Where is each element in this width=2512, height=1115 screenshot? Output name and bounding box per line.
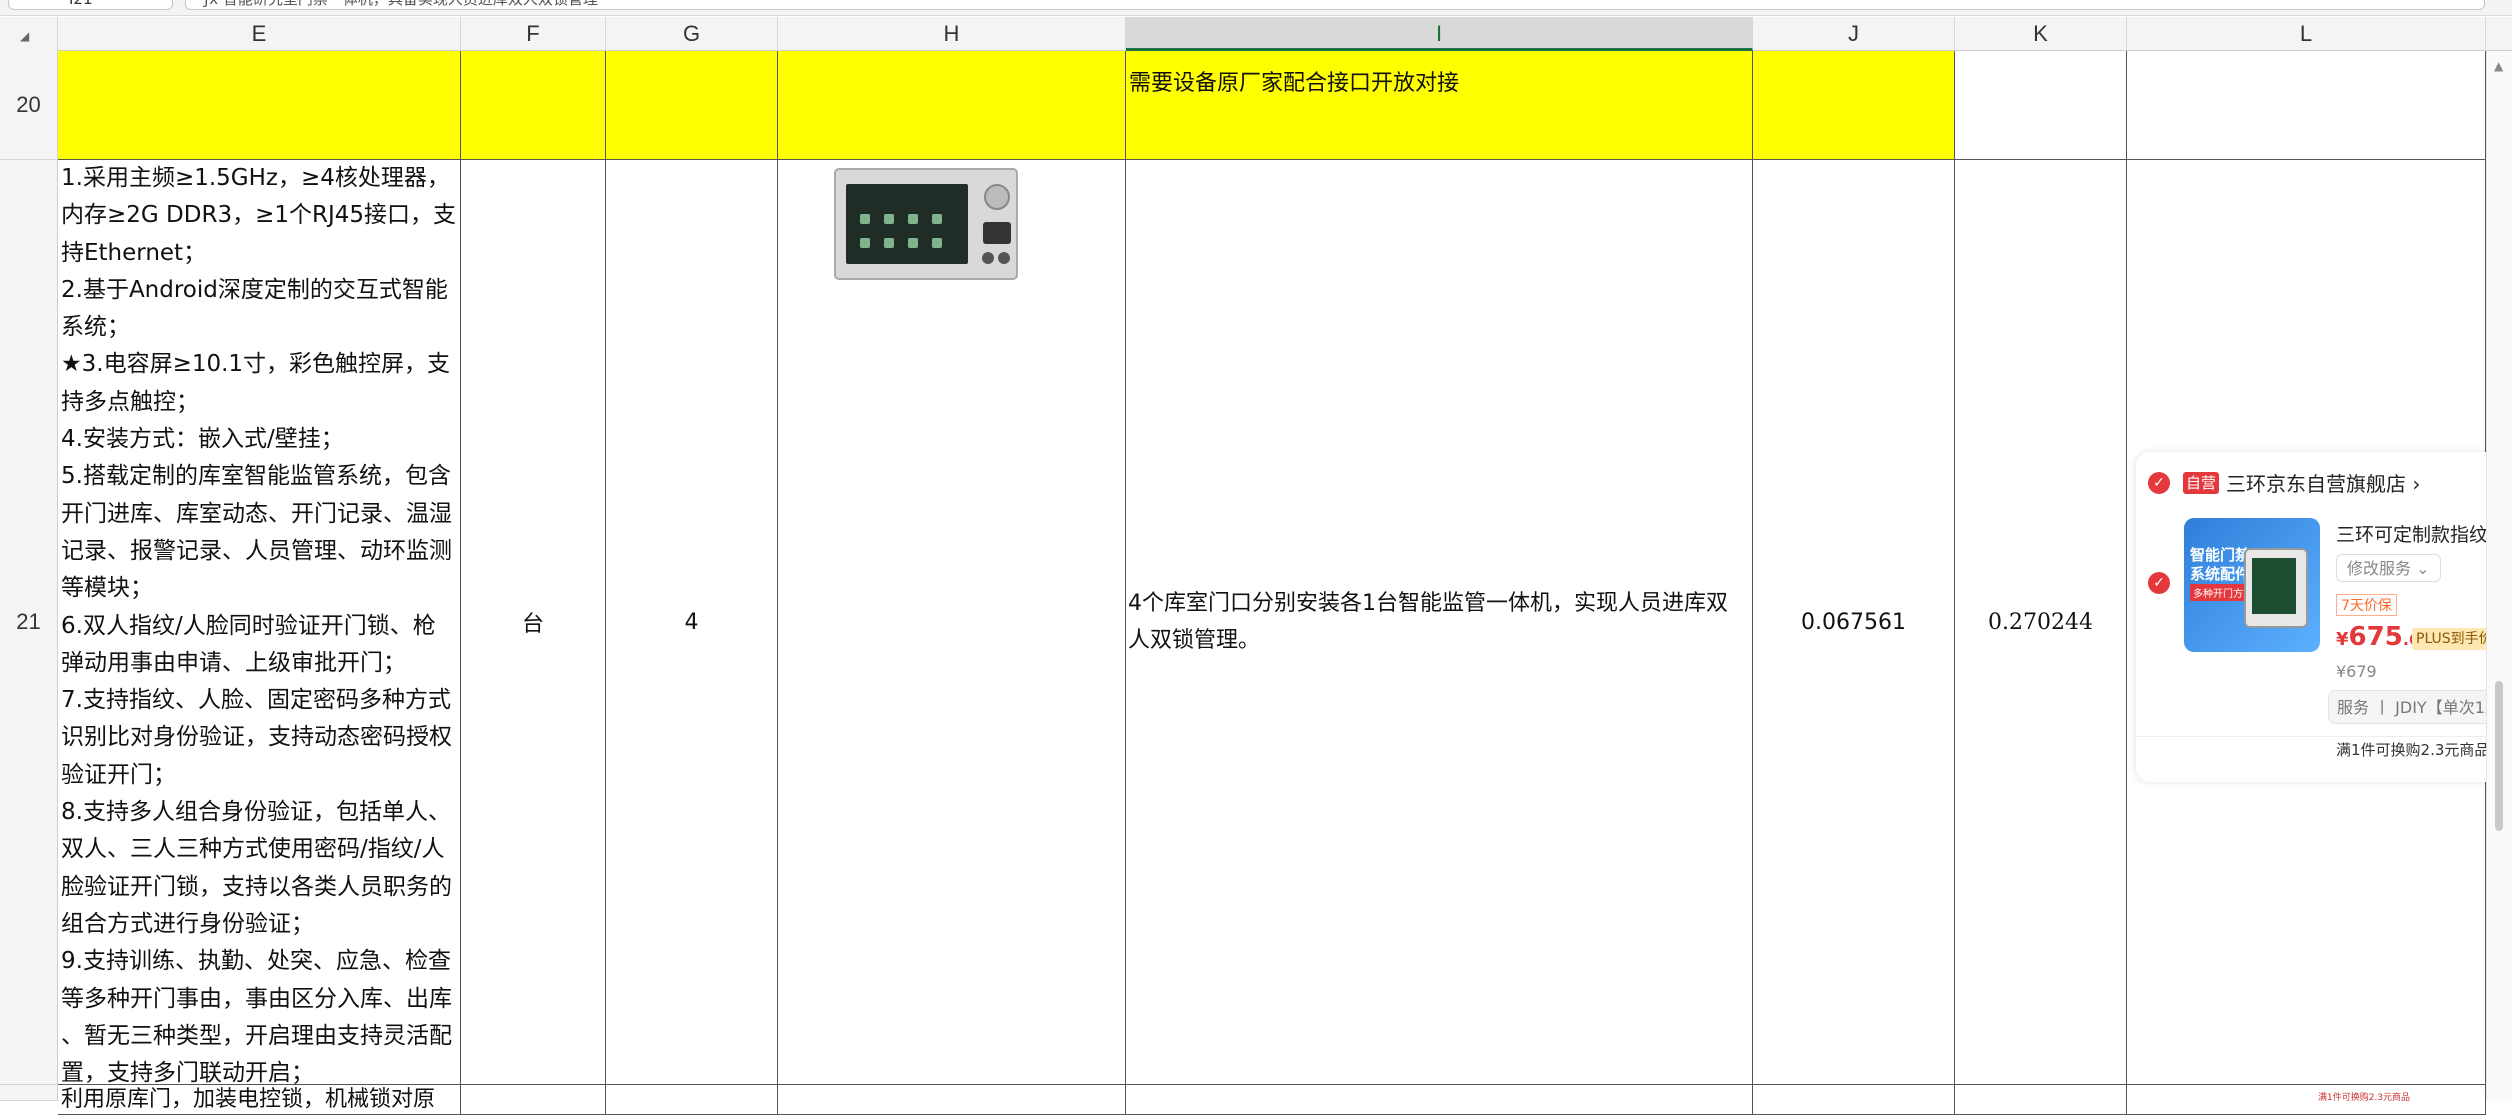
spec-line: ★3.电容屏≥10.1寸，彩色触控屏，支 [61,351,451,378]
cell-h21[interactable] [778,160,1126,1085]
spec-line: 组合方式进行身份验证； [61,910,314,937]
cell-g21[interactable]: 4 [606,160,778,1085]
vertical-scrollbar[interactable]: ▲ [2486,51,2512,1101]
spec-line: 等模块； [61,575,153,602]
price-protect-tag: 7天价保 [2336,594,2397,616]
fingerprint-sensor-icon [983,222,1011,244]
select-all-corner[interactable]: ◢ [0,17,58,51]
cell-l20[interactable] [2127,51,2486,160]
device-screen [846,184,968,264]
spec-line: 4.安装方式：嵌入式/壁挂； [61,426,344,453]
column-header-e[interactable]: E [58,17,461,51]
spec-line: 1.采用主频≥1.5GHz，≥4核处理器， [61,165,450,191]
price-symbol: ¥ [2336,629,2349,650]
original-price: ¥679 [2336,662,2377,681]
spec-line: 开门进库、库室动态、开门记录、温湿 [61,500,452,527]
cell-j21[interactable]: 0.067561 [1753,160,1955,1085]
product-title[interactable]: 三环可定制款指纹人 [2336,520,2507,547]
cell-g22[interactable] [606,1085,778,1115]
formula-input[interactable]: ƒx 智能研究室门禁一体机，具备实现人员进库双人双锁管理 [185,0,2485,10]
scroll-up-icon[interactable]: ▲ [2494,59,2503,73]
column-header-j[interactable]: J [1753,17,1955,51]
column-header-g[interactable]: G [606,17,778,51]
speaker-icon [984,184,1010,210]
cell-f22[interactable] [461,1085,606,1115]
spec-line: 8.支持多人组合身份验证，包括单人、 [61,799,451,826]
cell-i20[interactable]: 需要设备原厂家配合接口开放对接 [1126,51,1753,160]
device-button-icon [982,252,994,264]
spec-line: 、暂无三种类型，开启理由支持灵活配 [61,1022,452,1049]
scrollbar-thumb[interactable] [2495,681,2503,831]
cell-k20[interactable] [1955,51,2127,160]
spec-line: 持多点触控； [61,388,199,415]
column-header-k[interactable]: K [1955,17,2127,51]
spec-line: 弹动用事由申请、上级审批开门； [61,649,406,676]
card-divider [2136,736,2512,737]
column-header-f[interactable]: F [461,17,606,51]
formula-bar: I21 ƒx 智能研究室门禁一体机，具备实现人员进库双人双锁管理 [0,0,2512,16]
cell-g20[interactable] [606,51,778,160]
cell-f21[interactable]: 台 [461,160,606,1085]
service-option-bar[interactable]: 服务 丨 JDIY【单次1路 [2328,690,2512,724]
partial-product-caption: 满1件可换购2.3元商品 [2318,1093,2411,1103]
cell-k21[interactable]: 0.270244 [1955,160,2127,1085]
spec-line: 5.搭载定制的库室智能监管系统，包含 [61,463,451,490]
product-card-image[interactable]: ✓ 自营 三环京东自营旗舰店 › ✓ 智能门禁系统配件 多种开门方式 三环可定制… [2136,452,2512,782]
store-name-link[interactable]: 三环京东自营旗舰店 › [2226,468,2420,497]
quantity-text: 4 [684,609,699,635]
product-device-icon [2244,548,2308,628]
unit-text: 台 [521,612,544,637]
spec-line: 脸验证开门锁，支持以各类人员职务的 [61,873,452,900]
product-thumbnail[interactable]: 智能门禁系统配件 多种开门方式 [2184,518,2320,652]
column-header-i[interactable]: I [1126,17,1753,51]
cell-i21[interactable]: 4个库室门口分别安装各1台智能监管一体机，实现人员进库双人双锁管理。 [1126,160,1753,1085]
device-image[interactable] [834,168,1018,280]
spec-line: 识别比对身份验证，支持动态密码授权 [61,724,452,751]
spec-line: 系统； [61,314,130,341]
spec-line: 验证开门； [61,761,176,788]
description-text: 4个库室门口分别安装各1台智能监管一体机，实现人员进库双人双锁管理。 [1128,591,1728,653]
cell-i22[interactable] [1126,1085,1753,1115]
cell-j22[interactable] [1753,1085,1955,1115]
cell-k22[interactable] [1955,1085,2127,1115]
exchange-offer-text[interactable]: 满1件可换购2.3元商品 [2336,739,2489,760]
column-header-bar: E F G H I J K L [0,17,2512,51]
value-j-text: 0.067561 [1801,609,1906,635]
spec-line: 2.基于Android深度定制的交互式智能 [61,276,448,303]
plus-price-tag: PLUS到手价 [2412,628,2497,650]
device-button-icon [998,252,1010,264]
check-circle-icon[interactable]: ✓ [2148,472,2170,494]
cell-h22[interactable] [778,1085,1126,1115]
column-header-h[interactable]: H [778,17,1126,51]
spec-line: 7.支持指纹、人脸、固定密码多种方式 [61,687,451,714]
cell-e22[interactable]: 利用原库门，加装电控锁，机械锁对原 [58,1085,461,1115]
row-header-21[interactable]: 21 [0,160,58,1085]
price-integer: 675 [2348,622,2403,652]
check-circle-icon[interactable]: ✓ [2148,572,2170,594]
cell-f20[interactable] [461,51,606,160]
cell-h20[interactable] [778,51,1126,160]
spec-line: 记录、报警记录、人员管理、动环监测 [61,537,452,564]
spec-line: 持Ethernet； [61,239,207,266]
cell-l22[interactable] [2127,1085,2486,1115]
spec-line: 双人、三人三种方式使用密码/指纹/人 [61,836,445,863]
spec-line: 置，支持多门联动开启； [61,1060,314,1085]
cell-j20[interactable] [1753,51,1955,160]
spec-line: 内存≥2G DDR3，≥1个RJ45接口，支 [61,202,457,229]
spec-line: 6.双人指纹/人脸同时验证开门锁、枪 [61,612,436,639]
row-header-22[interactable] [0,1085,58,1101]
self-operated-badge: 自营 [2183,472,2219,494]
row-header-20[interactable]: 20 [0,51,58,160]
value-k-text: 0.270244 [1988,609,2093,635]
cell-e20[interactable] [58,51,461,160]
cell-e21[interactable]: 1.采用主频≥1.5GHz，≥4核处理器， 内存≥2G DDR3，≥1个RJ45接… [58,160,461,1085]
product-device-screen [2252,558,2296,614]
name-box[interactable]: I21 [8,0,173,10]
spec-line: 9.支持训练、执勤、处突、应急、检查 [61,948,451,975]
column-header-l[interactable]: L [2127,17,2486,51]
spec-line: 等多种开门事由，事由区分入库、出库 [61,985,452,1012]
modify-service-dropdown[interactable]: 修改服务 ⌄ [2336,554,2441,582]
